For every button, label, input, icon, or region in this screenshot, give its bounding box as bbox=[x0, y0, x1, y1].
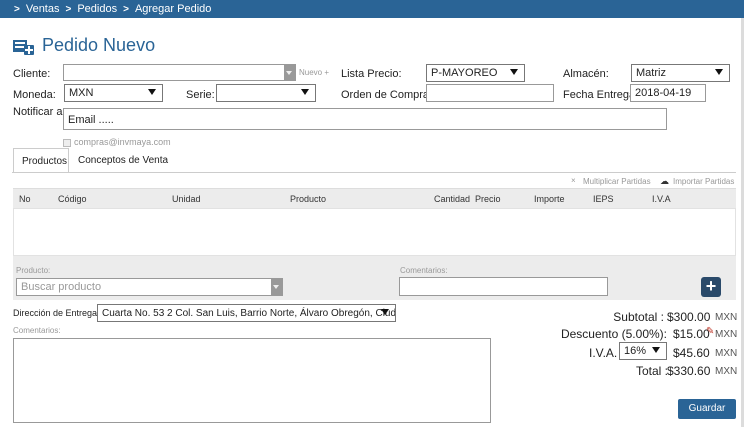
subtotal-label: Subtotal : bbox=[613, 310, 664, 324]
col-unidad: Unidad bbox=[172, 194, 201, 204]
pencil-icon[interactable]: ✎ bbox=[706, 326, 714, 337]
grid-body bbox=[13, 208, 736, 256]
fecha-entrega-label: Fecha Entrega: bbox=[563, 89, 639, 101]
cliente-combobox[interactable] bbox=[63, 64, 296, 81]
breadcrumb-pedidos[interactable]: Pedidos bbox=[77, 3, 117, 15]
page-title: Pedido Nuevo bbox=[42, 35, 156, 55]
iva-currency: MXN bbox=[715, 348, 738, 359]
close-icon: × bbox=[571, 176, 576, 185]
almacen-label: Almacén: bbox=[563, 68, 609, 80]
cloud-upload-icon: ☁ bbox=[660, 176, 669, 186]
col-cantidad: Cantidad bbox=[434, 194, 471, 204]
col-ieps: IEPS bbox=[593, 194, 614, 204]
col-iva: I.V.A bbox=[652, 194, 671, 204]
iva-value: $45.60 bbox=[673, 346, 710, 360]
chevron-down-icon bbox=[381, 309, 389, 315]
col-importe: Importe bbox=[534, 194, 565, 204]
fecha-entrega-input[interactable]: 2018-04-19 bbox=[630, 84, 706, 102]
subtotal-currency: MXN bbox=[715, 312, 738, 323]
multiplicar-partidas-link[interactable]: Multiplicar Partidas bbox=[583, 177, 651, 186]
email-input[interactable]: Email ..... bbox=[63, 108, 667, 130]
order-add-icon bbox=[13, 40, 34, 55]
add-item-button[interactable]: + bbox=[701, 277, 721, 297]
subtotal-value: $300.00 bbox=[667, 310, 711, 324]
chevron-down-icon bbox=[301, 89, 309, 95]
cliente-label: Cliente: bbox=[13, 68, 51, 80]
col-precio: Precio bbox=[475, 194, 501, 204]
nuevo-cliente-link[interactable]: Nuevo + bbox=[299, 68, 329, 77]
email-suggestion[interactable]: compras@invmaya.com bbox=[74, 137, 171, 147]
comentarios-row-label: Comentarios: bbox=[400, 266, 448, 275]
tab-conceptos-venta[interactable]: Conceptos de Venta bbox=[70, 148, 176, 173]
serie-select[interactable] bbox=[216, 84, 316, 102]
moneda-select[interactable]: MXN bbox=[64, 84, 163, 102]
lista-precio-select[interactable]: P-MAYOREO bbox=[426, 64, 525, 82]
chevron-down-icon[interactable] bbox=[284, 65, 295, 81]
comentarios-label: Comentarios: bbox=[13, 326, 61, 335]
producto-label: Producto: bbox=[16, 266, 51, 275]
chevron-right-icon: > bbox=[14, 3, 20, 15]
col-codigo: Código bbox=[58, 194, 87, 204]
descuento-label: Descuento (5.00%): bbox=[560, 327, 667, 341]
email-suggestion-checkbox[interactable] bbox=[63, 139, 71, 147]
chevron-down-icon bbox=[148, 89, 156, 95]
total-label: Total : bbox=[636, 364, 669, 378]
total-value: $330.60 bbox=[667, 364, 711, 378]
direccion-select[interactable]: Cuarta No. 53 2 Col. San Luis, Barrio No… bbox=[97, 304, 396, 322]
tab-productos[interactable]: Productos bbox=[13, 148, 69, 173]
notificar-label: Notificar a: bbox=[13, 106, 66, 118]
almacen-select[interactable]: Matriz bbox=[631, 64, 730, 82]
chevron-down-icon bbox=[715, 69, 723, 75]
moneda-label: Moneda: bbox=[13, 89, 56, 101]
descuento-value: $15.00 bbox=[673, 327, 710, 341]
breadcrumb-ventas[interactable]: Ventas bbox=[26, 3, 60, 15]
producto-search-input[interactable]: Buscar producto bbox=[16, 278, 283, 296]
grid-header: No Código Unidad Producto Cantidad Preci… bbox=[13, 188, 736, 208]
comentarios-textarea[interactable] bbox=[13, 338, 491, 423]
orden-compra-label: Orden de Compra: bbox=[341, 89, 433, 101]
chevron-down-icon bbox=[652, 347, 660, 353]
direccion-label: Dirección de Entrega: bbox=[13, 308, 100, 318]
col-no: No bbox=[19, 194, 31, 204]
importar-partidas-link[interactable]: Importar Partidas bbox=[673, 177, 734, 186]
serie-label: Serie: bbox=[186, 89, 215, 101]
breadcrumb: > Ventas > Pedidos > Agregar Pedido bbox=[0, 0, 744, 18]
chevron-down-icon bbox=[510, 69, 518, 75]
breadcrumb-agregar-pedido: Agregar Pedido bbox=[134, 3, 212, 15]
chevron-right-icon: > bbox=[65, 3, 72, 15]
comentarios-row-input[interactable] bbox=[399, 277, 608, 296]
guardar-button[interactable]: Guardar bbox=[678, 399, 736, 419]
iva-rate-select[interactable]: 16% bbox=[619, 342, 667, 360]
tabs-divider bbox=[12, 172, 736, 173]
col-producto: Producto bbox=[290, 194, 327, 204]
lista-precio-label: Lista Precio: bbox=[341, 68, 402, 80]
descuento-currency: MXN bbox=[715, 329, 738, 340]
orden-compra-input[interactable] bbox=[426, 84, 554, 102]
chevron-down-icon[interactable] bbox=[271, 279, 282, 295]
total-currency: MXN bbox=[715, 366, 738, 377]
chevron-right-icon: > bbox=[123, 3, 129, 15]
